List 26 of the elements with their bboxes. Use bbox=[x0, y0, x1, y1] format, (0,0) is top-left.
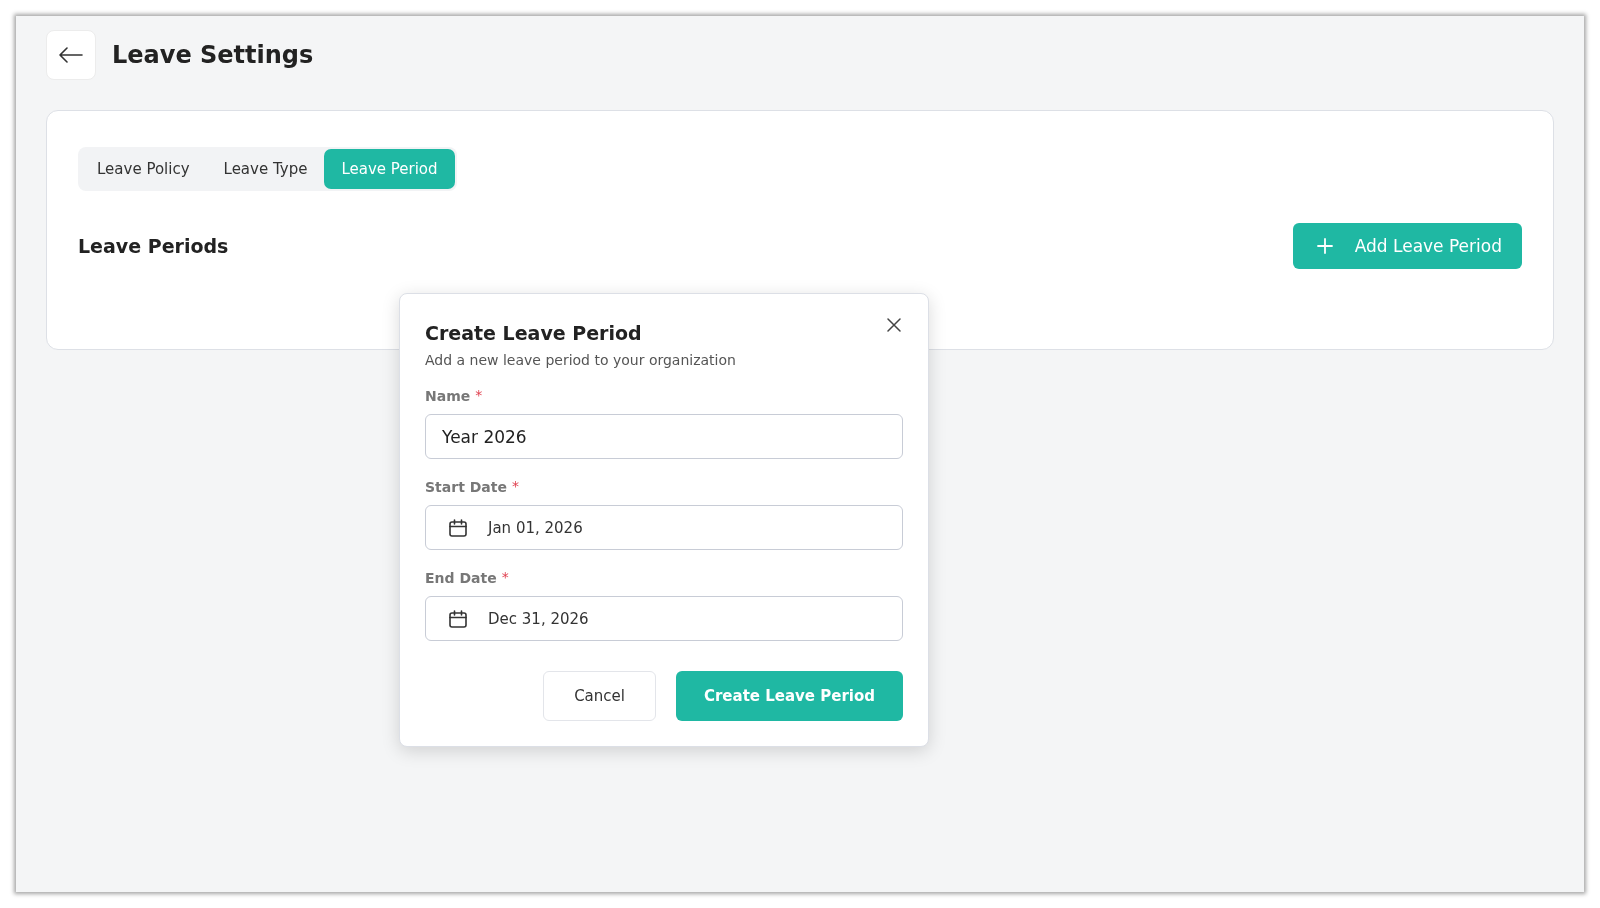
field-label: Start Date bbox=[425, 479, 507, 495]
calendar-icon bbox=[448, 517, 468, 538]
close-button[interactable] bbox=[885, 316, 903, 334]
date-field[interactable]: Dec 31, 2026 bbox=[425, 596, 903, 641]
back-button[interactable] bbox=[46, 30, 96, 80]
page-title: Leave Settings bbox=[112, 41, 314, 69]
required-mark: * bbox=[501, 570, 509, 584]
tab[interactable]: Leave Type bbox=[206, 149, 325, 189]
tab[interactable]: Leave Policy bbox=[80, 149, 207, 189]
dialog-subtitle: Add a new leave period to your organization bbox=[425, 352, 737, 368]
required-mark: * bbox=[511, 479, 519, 493]
plus-icon bbox=[1316, 238, 1333, 254]
dialog-title: Create Leave Period bbox=[425, 322, 642, 344]
section-title: Leave Periods bbox=[78, 235, 229, 257]
field-value: Dec 31, 2026 bbox=[488, 609, 589, 628]
required-mark: * bbox=[475, 388, 483, 402]
field-value: Year 2026 bbox=[442, 426, 527, 447]
date-field[interactable]: Jan 01, 2026 bbox=[425, 505, 903, 550]
calendar-icon bbox=[448, 608, 468, 629]
close-icon bbox=[887, 318, 901, 332]
field-label: End Date bbox=[425, 570, 497, 586]
cancel-button[interactable]: Cancel bbox=[543, 671, 656, 721]
name-field[interactable]: Year 2026 bbox=[425, 414, 903, 459]
field-label: Name bbox=[425, 388, 471, 404]
back-arrow-icon bbox=[58, 47, 84, 63]
field-value: Jan 01, 2026 bbox=[488, 518, 583, 537]
